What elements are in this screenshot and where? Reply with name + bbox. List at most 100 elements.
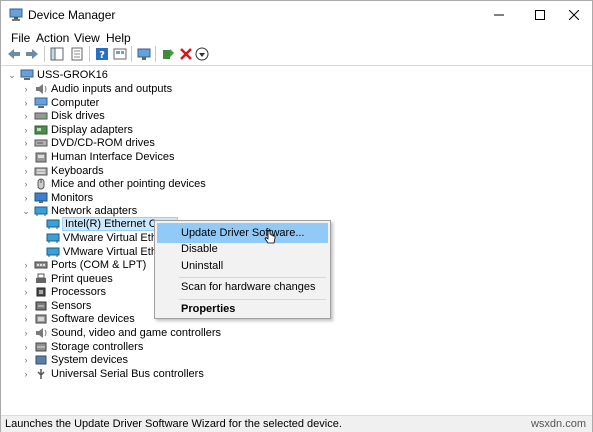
tree-item-label: System devices: [51, 354, 129, 367]
expand-chevron-icon[interactable]: ›: [21, 258, 31, 272]
close-icon: [569, 10, 579, 20]
status-text: Launches the Update Driver Software Wiza…: [5, 418, 342, 430]
collapse-chevron-icon[interactable]: ⌄: [21, 204, 31, 218]
network-adapter-icon: [46, 247, 60, 257]
tree-item-computer[interactable]: › Computer: [21, 96, 100, 110]
tree-item-dvd[interactable]: › DVD/CD-ROM drives: [21, 136, 155, 150]
tree-item-label: Sound, video and game controllers: [51, 327, 221, 339]
close-button[interactable]: [557, 1, 591, 29]
uninstall-icon: [180, 48, 192, 60]
tree-item-port[interactable]: › Ports (COM & LPT): [21, 258, 147, 272]
tree-item-hid[interactable]: › Human Interface Devices: [21, 150, 175, 164]
expand-chevron-icon[interactable]: ›: [21, 164, 31, 178]
expand-chevron-icon[interactable]: ›: [21, 109, 31, 123]
update-driver-icon: [163, 49, 174, 59]
expand-chevron-icon[interactable]: ›: [21, 340, 31, 354]
forward-button[interactable]: [23, 45, 41, 63]
context-menu: Update Driver Software... Disable Uninst…: [154, 220, 331, 319]
tree-item-label: DVD/CD-ROM drives: [51, 137, 155, 150]
tree-item-monitor[interactable]: › Monitors: [21, 191, 94, 205]
expand-chevron-icon[interactable]: ›: [21, 96, 31, 110]
computer-icon: [34, 97, 48, 108]
usb-icon: [37, 368, 45, 379]
keyboard-icon: [34, 167, 48, 176]
printer-icon: [36, 273, 46, 283]
tree-item-label: Monitors: [51, 191, 94, 204]
tree-item-label: Universal Serial Bus controllers: [51, 367, 204, 380]
show-hide-console-tree-icon: [50, 47, 64, 61]
maximize-button[interactable]: [523, 1, 557, 29]
sound-icon: [36, 328, 47, 338]
network-icon: [34, 206, 48, 217]
tree-item-system[interactable]: › System devices: [21, 353, 129, 367]
properties-icon: [71, 47, 83, 61]
tree-item-label: Audio inputs and outputs: [51, 83, 173, 95]
tree-item-processor[interactable]: › Processors: [21, 285, 107, 299]
tree-item-audio[interactable]: › Audio inputs and outputs: [21, 82, 173, 96]
mouse-icon: [37, 178, 45, 190]
view-icon: [113, 48, 127, 60]
expand-chevron-icon[interactable]: ›: [21, 82, 31, 96]
tree-item-mouse[interactable]: › Mice and other pointing devices: [21, 177, 206, 191]
svg-text:?: ?: [99, 50, 105, 61]
console-tree-button[interactable]: [48, 45, 66, 63]
expand-chevron-icon[interactable]: ›: [21, 150, 31, 164]
forward-icon: [26, 49, 38, 59]
tree-item-storage[interactable]: › Storage controllers: [21, 340, 144, 354]
download-button[interactable]: [193, 45, 211, 63]
disk-icon: [34, 112, 48, 120]
device-manager-window: Device Manager File Action View Help ? ⌄…: [0, 0, 593, 432]
tree-item-sound[interactable]: › Sound, video and game controllers: [21, 326, 222, 340]
expand-chevron-icon[interactable]: ›: [21, 312, 31, 326]
expand-chevron-icon[interactable]: ›: [21, 272, 31, 286]
tree-item-keyboard[interactable]: › Keyboards: [21, 164, 104, 178]
expand-chevron-icon[interactable]: ›: [21, 191, 31, 205]
tree-item-display[interactable]: › Display adapters: [21, 123, 133, 137]
expand-chevron-icon[interactable]: ›: [21, 285, 31, 299]
ctx-uninstall[interactable]: Uninstall: [157, 256, 328, 276]
expand-chevron-icon[interactable]: ›: [21, 299, 31, 313]
dvd-icon: [34, 139, 48, 147]
tree-item-software[interactable]: › Software devices: [21, 312, 135, 326]
tree-item-label: Keyboards: [51, 164, 104, 177]
tree-item-usb[interactable]: › Universal Serial Bus controllers: [21, 367, 204, 381]
port-icon: [34, 261, 48, 269]
expand-chevron-icon[interactable]: ›: [21, 367, 31, 381]
expand-chevron-icon[interactable]: ›: [21, 136, 31, 150]
expand-chevron-icon[interactable]: ›: [21, 177, 31, 191]
system-icon: [35, 355, 47, 365]
tree-item-sensor[interactable]: › Sensors: [21, 299, 92, 313]
expand-chevron-icon[interactable]: ›: [21, 326, 31, 340]
ctx-properties[interactable]: Properties: [157, 299, 328, 319]
maximize-icon: [535, 10, 545, 20]
monitor-icon: [34, 192, 48, 203]
device-manager-icon: [9, 8, 23, 21]
help-button[interactable]: ?: [93, 45, 111, 63]
status-bar: Launches the Update Driver Software Wiza…: [1, 415, 592, 432]
view-button[interactable]: [111, 45, 129, 63]
tree-item-label: Print queues: [51, 272, 113, 285]
tree-item-label: Human Interface Devices: [51, 151, 175, 163]
tree-item-printer[interactable]: › Print queues: [21, 272, 113, 286]
tree-item-disk[interactable]: › Disk drives: [21, 109, 105, 123]
collapse-chevron-icon[interactable]: ⌄: [7, 68, 17, 82]
software-icon: [35, 314, 47, 324]
expand-chevron-icon[interactable]: ›: [21, 353, 31, 367]
tree-item-label: Ports (COM & LPT): [51, 259, 147, 271]
tree-root[interactable]: ⌄ USS-GROK16: [7, 68, 108, 82]
computer-root-icon: [20, 69, 34, 80]
watermark: wsxdn.com: [530, 418, 586, 430]
expand-chevron-icon[interactable]: ›: [21, 123, 31, 137]
back-button[interactable]: [5, 45, 23, 63]
minimize-button[interactable]: [482, 1, 516, 29]
update-driver-button[interactable]: [159, 45, 177, 63]
tree-root-label: USS-GROK16: [37, 69, 108, 81]
properties-button[interactable]: [68, 45, 86, 63]
window-title: Device Manager: [28, 8, 116, 22]
scan-hardware-button[interactable]: [135, 45, 153, 63]
tree-item-label: Computer: [51, 96, 100, 109]
scan-hardware-icon: [137, 48, 151, 60]
ctx-scan-hardware[interactable]: Scan for hardware changes: [157, 277, 328, 297]
tree-item-label: Network adapters: [51, 205, 138, 218]
audio-icon: [36, 84, 47, 94]
